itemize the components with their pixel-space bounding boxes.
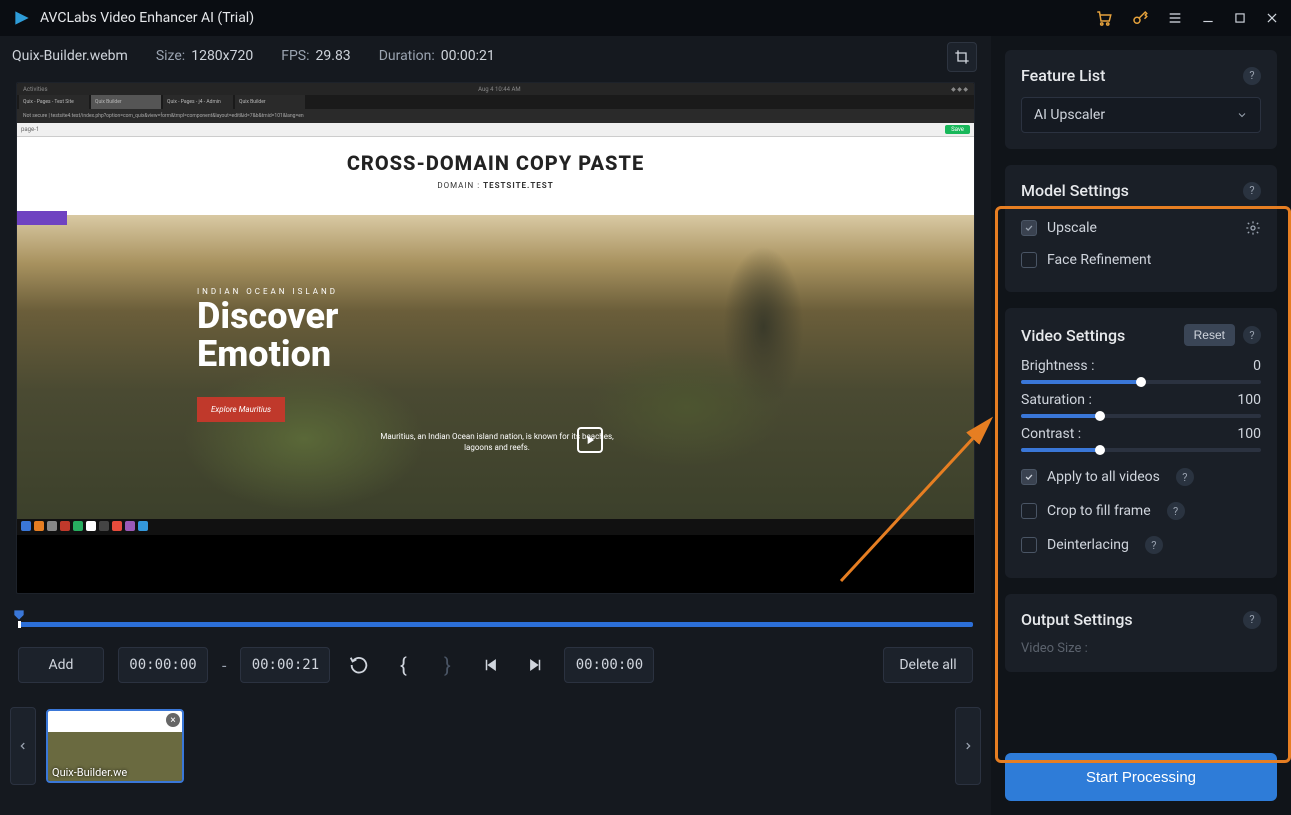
- preview-systray: ◆ ◆ ◆: [951, 86, 968, 93]
- preview-cta: Explore Mauritius: [197, 397, 285, 422]
- preview-discover: DiscoverEmotion: [197, 298, 338, 374]
- video-settings-title: Video Settings: [1021, 326, 1125, 345]
- reset-button[interactable]: Reset: [1184, 324, 1235, 346]
- preview-tab: Quix - Pages - Test Site: [19, 95, 89, 109]
- saturation-label: Saturation :: [1021, 392, 1092, 408]
- video-preview[interactable]: Activities Aug 4 10:44 AM ◆ ◆ ◆ Quix - P…: [16, 82, 975, 594]
- contrast-slider[interactable]: [1021, 448, 1261, 452]
- size-label: Size:: [156, 48, 185, 64]
- right-pane: Feature List ? AI Upscaler Model Setting…: [991, 36, 1291, 815]
- fps-label: FPS:: [281, 48, 309, 64]
- deinterlace-checkbox[interactable]: [1021, 537, 1037, 553]
- thumb-prev-button[interactable]: [10, 707, 36, 785]
- app-title: AVCLabs Video Enhancer AI (Trial): [40, 10, 254, 26]
- left-pane: Quix-Builder.webm Size: 1280x720 FPS: 29.8…: [0, 36, 991, 815]
- loop-button[interactable]: [344, 650, 374, 680]
- feature-list-title: Feature List: [1021, 66, 1105, 85]
- crop-fill-label: Crop to fill frame: [1047, 503, 1151, 519]
- trim-start-input[interactable]: 00:00:00: [118, 647, 208, 683]
- saturation-value: 100: [1237, 392, 1261, 408]
- preview-hero-sub: DOMAIN : TESTSITE.TEST: [17, 181, 974, 190]
- dash-separator: -: [222, 656, 226, 675]
- bracket-left-button[interactable]: {: [388, 650, 418, 680]
- trim-end-input[interactable]: 00:00:21: [240, 647, 330, 683]
- size-value: 1280x720: [191, 48, 253, 64]
- help-icon[interactable]: ?: [1243, 67, 1261, 85]
- chevron-down-icon: [1236, 109, 1248, 121]
- preview-play-icon: [577, 427, 603, 453]
- deinterlace-label: Deinterlacing: [1047, 537, 1129, 553]
- cart-icon[interactable]: [1095, 9, 1113, 27]
- add-button[interactable]: Add: [18, 647, 104, 683]
- output-settings-panel: Output Settings ? Video Size :: [1005, 594, 1277, 672]
- feature-select-value: AI Upscaler: [1034, 107, 1105, 123]
- video-size-label: Video Size :: [1021, 641, 1261, 656]
- model-settings-panel: Model Settings ? Upscale Face Refinement: [1005, 165, 1277, 292]
- contrast-value: 100: [1237, 426, 1261, 442]
- crop-icon: [954, 49, 970, 65]
- apply-all-checkbox[interactable]: [1021, 469, 1037, 485]
- key-icon[interactable]: [1131, 9, 1149, 27]
- delete-all-button[interactable]: Delete all: [883, 647, 973, 683]
- preview-tab: Quix Builder: [91, 95, 161, 109]
- feature-list-panel: Feature List ? AI Upscaler: [1005, 50, 1277, 149]
- playhead-icon: [12, 608, 26, 622]
- timeline-track[interactable]: [18, 622, 973, 627]
- brightness-label: Brightness :: [1021, 358, 1095, 374]
- preview-toolbar: page-1 Save: [17, 123, 974, 137]
- gear-icon[interactable]: [1245, 220, 1261, 236]
- fps-value: 29.83: [316, 48, 351, 64]
- prev-frame-button[interactable]: [476, 650, 506, 680]
- file-name: Quix-Builder.webm: [12, 48, 128, 64]
- bracket-right-button[interactable]: }: [432, 650, 462, 680]
- feature-select[interactable]: AI Upscaler: [1021, 97, 1261, 133]
- timeline-marker[interactable]: [18, 608, 973, 622]
- saturation-slider[interactable]: [1021, 414, 1261, 418]
- video-settings-panel: Video Settings Reset ? Brightness : 0 Sat…: [1005, 308, 1277, 578]
- output-settings-title: Output Settings: [1021, 610, 1133, 629]
- brightness-slider[interactable]: [1021, 380, 1261, 384]
- maximize-icon[interactable]: [1233, 11, 1247, 25]
- current-time-input[interactable]: 00:00:00: [564, 647, 654, 683]
- controls-row: Add 00:00:00 - 00:00:21 { } 00:00:00 Del…: [18, 645, 973, 685]
- model-settings-title: Model Settings: [1021, 181, 1129, 200]
- brightness-value: 0: [1253, 358, 1261, 374]
- help-icon[interactable]: ?: [1167, 502, 1185, 520]
- menu-icon[interactable]: [1167, 10, 1183, 26]
- help-icon[interactable]: ?: [1145, 536, 1163, 554]
- face-refinement-checkbox[interactable]: [1021, 252, 1037, 268]
- video-thumbnail[interactable]: × Quix-Builder.we: [46, 709, 184, 783]
- crop-button[interactable]: [947, 42, 977, 72]
- contrast-label: Contrast :: [1021, 426, 1081, 442]
- preview-url: Not secure | testsite4.test/index.php?op…: [17, 109, 974, 123]
- next-frame-button[interactable]: [520, 650, 550, 680]
- preview-tab: Quix Builder: [235, 95, 305, 109]
- close-icon[interactable]: [1265, 11, 1279, 25]
- face-refinement-label: Face Refinement: [1047, 252, 1151, 268]
- thumb-label: Quix-Builder.we: [52, 766, 127, 779]
- apply-all-label: Apply to all videos: [1047, 469, 1160, 485]
- upscale-checkbox[interactable]: [1021, 220, 1037, 236]
- help-icon[interactable]: ?: [1176, 468, 1194, 486]
- start-processing-button[interactable]: Start Processing: [1005, 753, 1277, 801]
- thumbnails-row: × Quix-Builder.we: [10, 701, 981, 791]
- crop-fill-checkbox[interactable]: [1021, 503, 1037, 519]
- preview-activities: Activities: [23, 86, 48, 93]
- thumb-next-button[interactable]: [955, 707, 981, 785]
- help-icon[interactable]: ?: [1243, 611, 1261, 629]
- file-info-bar: Quix-Builder.webm Size: 1280x720 FPS: 29.8…: [0, 36, 991, 76]
- minimize-icon[interactable]: [1201, 11, 1215, 25]
- thumb-remove-button[interactable]: ×: [166, 713, 180, 727]
- upscale-label: Upscale: [1047, 220, 1097, 236]
- app-logo-icon: [12, 8, 32, 28]
- help-icon[interactable]: ?: [1243, 326, 1261, 344]
- duration-value: 00:00:21: [441, 48, 495, 64]
- preview-clock: Aug 4 10:44 AM: [478, 86, 521, 93]
- help-icon[interactable]: ?: [1243, 182, 1261, 200]
- preview-hero-title: CROSS-DOMAIN COPY PASTE: [17, 151, 974, 175]
- titlebar: AVCLabs Video Enhancer AI (Trial): [0, 0, 1291, 36]
- duration-label: Duration:: [379, 48, 435, 64]
- preview-tab: Quix - Pages - j4 - Admin: [163, 95, 233, 109]
